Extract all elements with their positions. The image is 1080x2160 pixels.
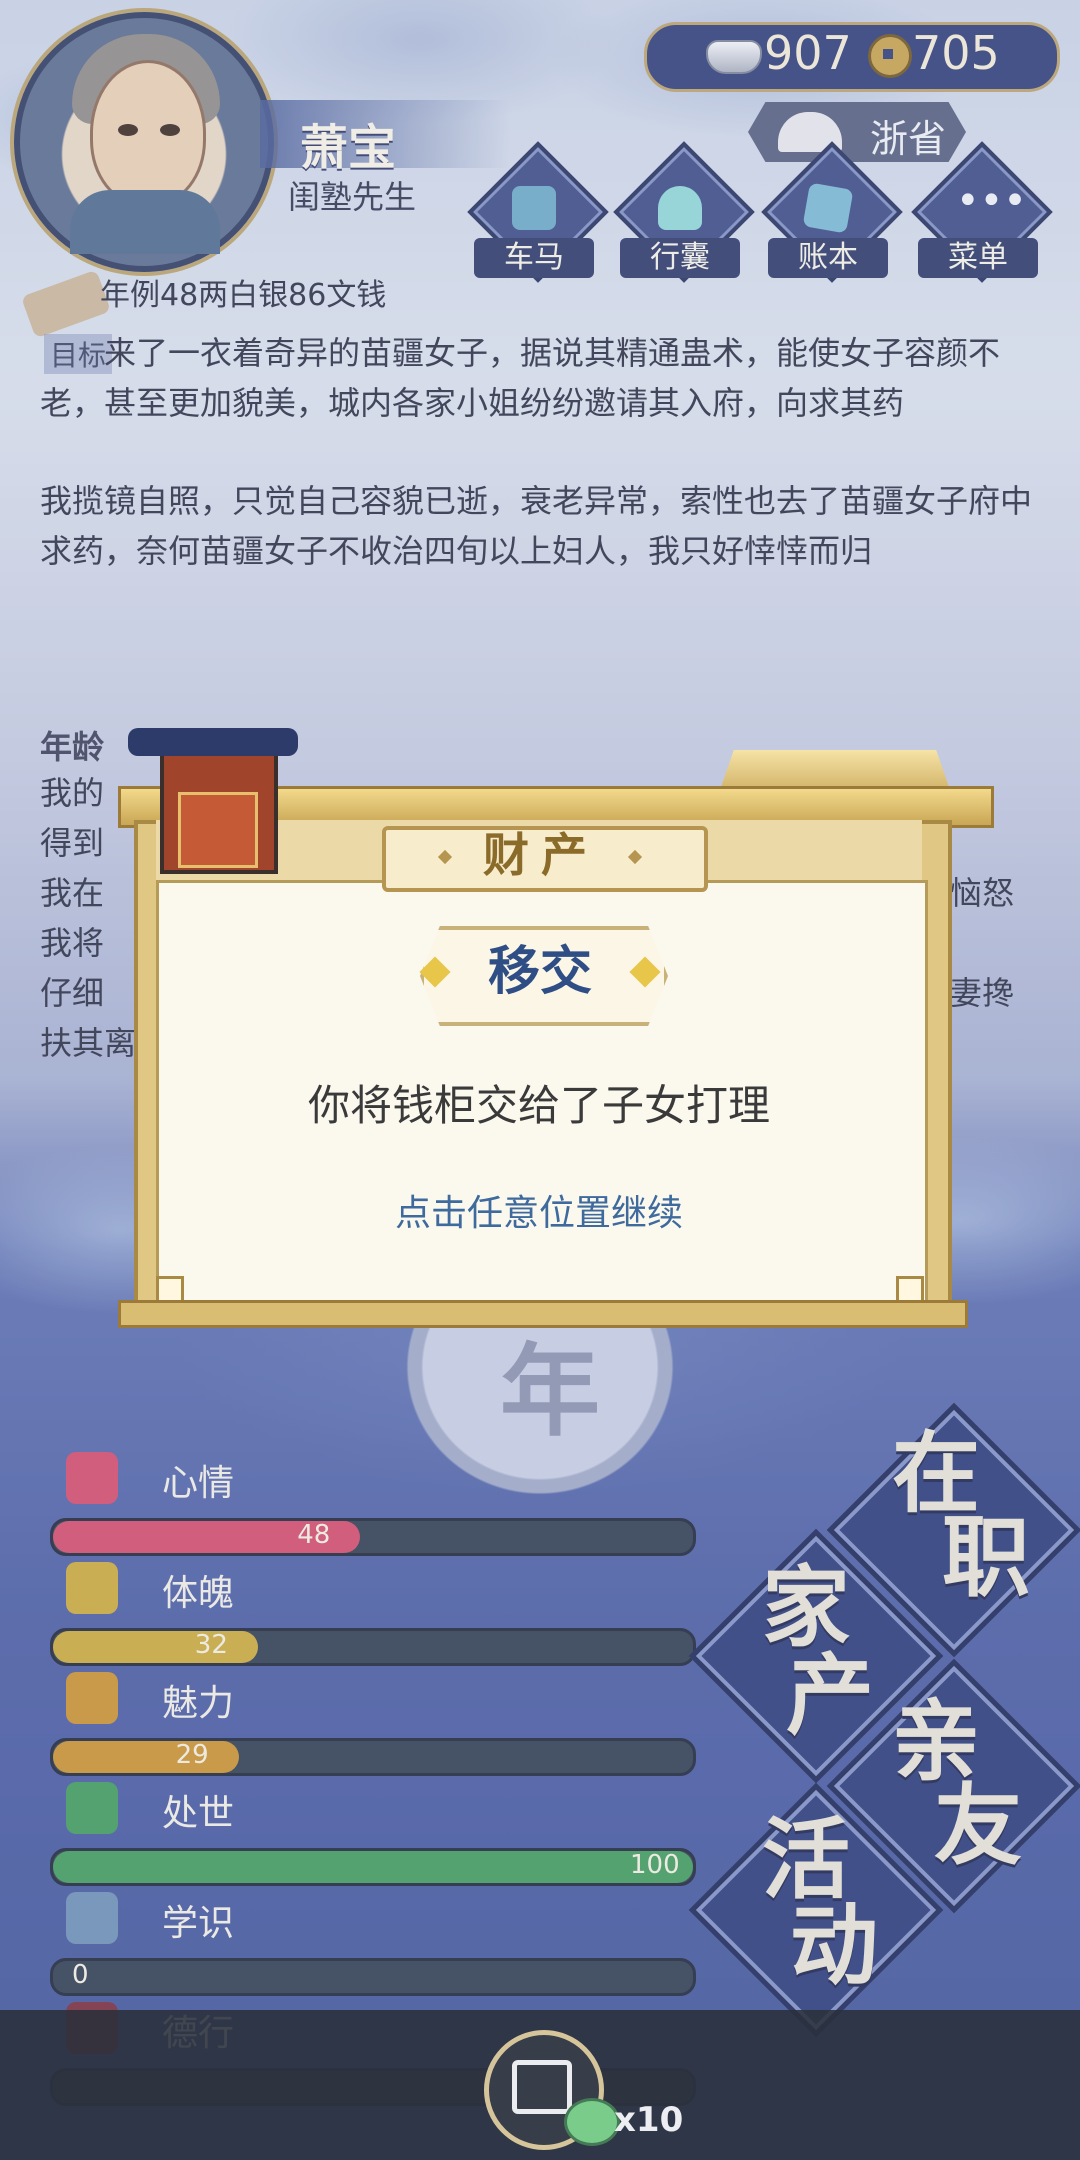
modal-base (118, 1300, 968, 1328)
gate-door (178, 792, 258, 868)
modal-title: 移交 (487, 942, 592, 1002)
modal-header: 财产 (483, 828, 599, 882)
modal-message: 你将钱柜交给了子女打理 (307, 1081, 770, 1130)
modal-continue-hint[interactable]: 点击任意位置继续 (156, 1184, 922, 1236)
gate-roof (128, 728, 298, 756)
modal-roof-eave (720, 750, 950, 790)
